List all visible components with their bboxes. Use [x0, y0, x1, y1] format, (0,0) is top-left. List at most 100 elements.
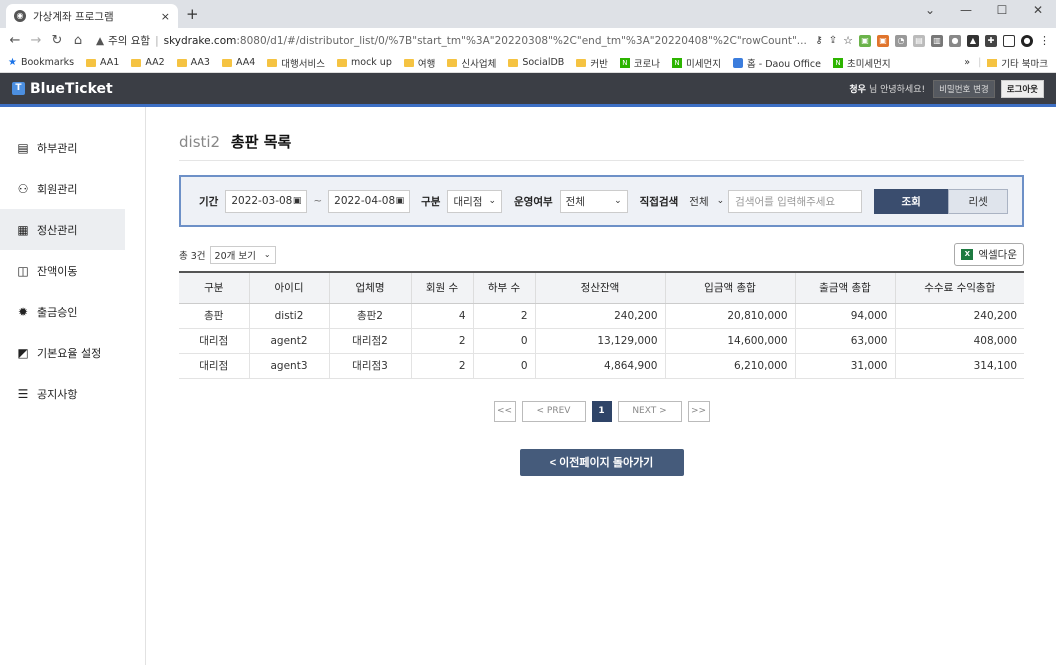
daou-icon: [733, 57, 744, 68]
forward-arrow-icon[interactable]: →: [27, 33, 45, 48]
folder-icon: [403, 58, 414, 67]
column-header[interactable]: 아이디: [248, 271, 329, 304]
address-bar: ← → ↻ ⌂ ▲ 주의 요함 | skydrake.com :8080/d1/…: [0, 28, 1056, 53]
search-button[interactable]: 조회: [874, 188, 949, 214]
extension-icon[interactable]: ▤: [913, 34, 925, 47]
column-header[interactable]: 구분: [179, 271, 249, 304]
puzzle-icon[interactable]: ✚: [985, 34, 997, 47]
bookmark-item[interactable]: 신사업체: [447, 56, 496, 70]
sidebar-item-sub-management[interactable]: ▤ 하부관리: [0, 127, 145, 168]
bookmarks-more-button[interactable]: »: [964, 57, 970, 68]
maximize-button[interactable]: ☐: [984, 0, 1020, 28]
cell-fee-total: 240,200: [894, 303, 1024, 329]
next-page-button[interactable]: NEXT >: [617, 400, 682, 422]
sidebar-item-withdraw-approval[interactable]: ✹ 출금승인: [0, 291, 145, 332]
folder-icon: [447, 58, 458, 67]
status-select[interactable]: 전체 ⌄: [559, 189, 628, 213]
column-header[interactable]: 수수료 수익총합: [894, 271, 1024, 304]
key-icon[interactable]: ⚷: [815, 35, 822, 46]
type-select[interactable]: 대리점 ⌄: [447, 189, 502, 213]
change-password-button[interactable]: 비밀번호 변경: [933, 79, 995, 98]
bookmark-item[interactable]: AA2: [131, 57, 165, 68]
profile-avatar[interactable]: ●: [1021, 34, 1033, 47]
first-page-button[interactable]: <<: [493, 400, 516, 422]
cell-id[interactable]: agent2: [248, 328, 329, 354]
share-icon[interactable]: ⇪: [829, 35, 837, 46]
bookmark-item[interactable]: AA3: [176, 57, 210, 68]
new-tab-button[interactable]: +: [186, 5, 199, 23]
bookmark-item[interactable]: 여행: [403, 56, 435, 70]
bookmark-item[interactable]: N 초미세먼지: [832, 56, 891, 70]
column-header[interactable]: 입금액 총합: [664, 271, 795, 304]
direct-search-select-value: 전체: [689, 195, 709, 208]
page-size-select[interactable]: 20개 보기 ⌄: [209, 245, 276, 264]
other-bookmarks[interactable]: 기타 북마크: [1001, 56, 1048, 70]
distributor-id: disti2: [179, 133, 221, 151]
cell-id[interactable]: agent3: [248, 353, 329, 379]
search-input[interactable]: 검색어를 입력해주세요: [728, 189, 863, 213]
logo[interactable]: T BlueTicket: [12, 81, 113, 97]
close-window-button[interactable]: ✕: [1020, 0, 1056, 28]
back-arrow-icon[interactable]: ←: [6, 33, 24, 48]
distributor-table: 구분 아이디 업체명 회원 수 하부 수 정산잔액 입금액 총합 출금액 총합 …: [179, 271, 1024, 379]
browser-tab[interactable]: ◉ 가상계좌 프로그램 ×: [6, 4, 178, 28]
bookmark-item[interactable]: AA4: [221, 57, 255, 68]
current-page-button[interactable]: 1: [591, 400, 612, 422]
reset-button[interactable]: 리셋: [948, 188, 1009, 214]
extension-icon[interactable]: ●: [949, 34, 961, 47]
cell-id[interactable]: disti2: [248, 303, 329, 329]
prev-page-button[interactable]: < PREV: [521, 400, 586, 422]
column-header[interactable]: 출금액 총합: [794, 271, 895, 304]
column-header[interactable]: 정산잔액: [534, 271, 665, 304]
extension-icon[interactable]: ▲: [967, 34, 979, 47]
excel-download-label: 엑셀다운: [978, 249, 1017, 261]
home-icon[interactable]: ⌂: [69, 33, 87, 48]
table-row[interactable]: 총판 disti2 총판2 4 2 240,200 20,810,000 94,…: [179, 303, 1024, 329]
chevron-down-icon[interactable]: ⌄: [912, 0, 948, 28]
bookmark-item[interactable]: ★ Bookmarks: [8, 57, 74, 68]
back-to-previous-button[interactable]: < 이전페이지 돌아가기: [519, 448, 684, 476]
sidebar-item-settlement[interactable]: ▦ 정산관리: [0, 209, 125, 250]
cell-members: 2: [410, 328, 473, 354]
sidebar-item-notice[interactable]: ☰ 공지사항: [0, 373, 145, 414]
table-row[interactable]: 대리점 agent2 대리점2 2 0 13,129,000 14,600,00…: [179, 328, 1024, 354]
menu-dots-icon[interactable]: ⋮: [1039, 34, 1050, 47]
bookmark-item[interactable]: 홈 - Daou Office: [733, 56, 821, 70]
reload-icon[interactable]: ↻: [48, 33, 66, 48]
bookmark-star-icon[interactable]: ☆: [843, 34, 853, 47]
bookmark-item[interactable]: N 미세먼지: [672, 56, 721, 70]
extension-icon[interactable]: ▥: [931, 34, 943, 47]
table-row[interactable]: 대리점 agent3 대리점3 2 0 4,864,900 6,210,000 …: [179, 353, 1024, 379]
column-header[interactable]: 업체명: [328, 271, 411, 304]
period-label: 기간: [199, 195, 219, 208]
extension-icon[interactable]: ▣: [877, 34, 889, 47]
bookmark-label: 커반: [590, 58, 608, 70]
calendar-icon[interactable]: ▣: [293, 196, 302, 206]
end-date-input[interactable]: 2022-04-08 ▣: [328, 189, 411, 213]
sidebar-item-balance-transfer[interactable]: ◫ 잔액이동: [0, 250, 145, 291]
calendar-icon[interactable]: ▣: [396, 196, 405, 206]
start-date-input[interactable]: 2022-03-08 ▣: [225, 189, 308, 213]
app-header: T BlueTicket 청우 님 안녕하세요! 비밀번호 변경 로그아웃: [0, 73, 1056, 107]
sidebar-item-members[interactable]: ⚇ 회원관리: [0, 168, 145, 209]
bookmark-item[interactable]: 커반: [576, 56, 608, 70]
security-label: 주의 요함: [108, 35, 151, 47]
extension-icon[interactable]: ◔: [895, 34, 907, 47]
sidebar-item-base-rate[interactable]: ◩ 기본요율 설정: [0, 332, 145, 373]
excel-download-button[interactable]: X 엑셀다운: [954, 243, 1024, 266]
tab-close-icon[interactable]: ×: [161, 10, 170, 23]
bookmark-item[interactable]: AA1: [86, 57, 119, 68]
column-header[interactable]: 하부 수: [472, 271, 535, 304]
minimize-button[interactable]: —: [948, 0, 984, 28]
url-field[interactable]: ▲ 주의 요함 | skydrake.com :8080/d1/#/distri…: [96, 31, 809, 51]
logout-button[interactable]: 로그아웃: [1000, 79, 1044, 98]
direct-search-select[interactable]: 전체 ⌄: [685, 190, 728, 213]
bookmark-item[interactable]: SocialDB: [508, 57, 564, 68]
column-header[interactable]: 회원 수: [410, 271, 473, 304]
bookmark-item[interactable]: mock up: [337, 57, 392, 68]
bookmark-item[interactable]: 대행서비스: [267, 56, 325, 70]
last-page-button[interactable]: >>: [687, 400, 710, 422]
extension-icon[interactable]: ▣: [859, 34, 871, 47]
bookmark-item[interactable]: N 코로나: [619, 56, 660, 70]
side-panel-icon[interactable]: [1003, 34, 1015, 47]
